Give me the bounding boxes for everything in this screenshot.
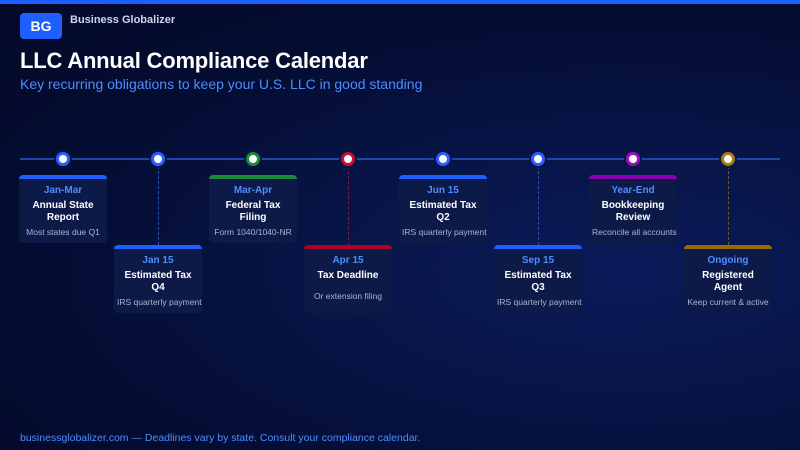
milestone-node: [531, 152, 545, 166]
milestone-card: Ongoing Registered Agent Keep current & ac…: [684, 245, 772, 313]
timeline-axis: [20, 158, 780, 160]
milestone-title: Estimated Tax Q4: [124, 270, 192, 293]
milestone-title: Estimated Tax Q2: [409, 200, 477, 223]
milestone-title: Bookkeeping Review: [601, 200, 665, 223]
milestone-date: Mar-Apr: [233, 185, 273, 196]
milestone-node: [151, 152, 165, 166]
milestone-title: Annual State Report: [32, 200, 94, 223]
milestone-node: [56, 152, 70, 166]
milestone-connector: [158, 166, 159, 245]
milestone-date: Jan-Mar: [43, 185, 83, 196]
milestone-node: [246, 152, 260, 166]
milestone-note: Or extension filing: [313, 291, 383, 301]
milestone-title: Tax Deadline: [317, 270, 379, 281]
milestone-date: Jun 15: [427, 185, 459, 196]
milestone-title: Federal Tax Filing: [225, 200, 281, 223]
milestone-note: IRS quarterly payment: [497, 297, 582, 307]
milestone-note: Reconcile all accounts: [592, 227, 677, 237]
milestone-date: Ongoing: [707, 255, 749, 266]
milestone-connector: [348, 166, 349, 245]
milestone-note: IRS quarterly payment: [117, 297, 202, 307]
milestone-title: Registered Agent: [702, 270, 754, 293]
milestone-card: Sep 15 Estimated Tax Q3 IRS quarterly paym…: [494, 245, 582, 313]
brand-logo-badge: BG: [20, 13, 62, 39]
milestone-node: [626, 152, 640, 166]
milestone-date: Apr 15: [332, 255, 364, 266]
milestone-node: [436, 152, 450, 166]
milestone-card: Jan-Mar Annual State Report Most states du…: [19, 175, 107, 243]
milestone-node: [341, 152, 355, 166]
milestone-node: [721, 152, 735, 166]
footer-note: businessglobalizer.com — Deadlines vary …: [20, 432, 421, 444]
milestone-note: Form 1040/1040-NR: [214, 227, 292, 237]
milestone-note: IRS quarterly payment: [402, 227, 487, 237]
milestone-note: Most states due Q1: [26, 227, 100, 237]
milestone-date: Jan 15: [142, 255, 174, 266]
milestone-title: Estimated Tax Q3: [504, 270, 572, 293]
milestone-connector: [728, 166, 729, 245]
milestone-connector: [538, 166, 539, 245]
milestone-note: Keep current & active: [687, 297, 769, 307]
milestone-card: Mar-Apr Federal Tax Filing Form 1040/1040-…: [209, 175, 297, 243]
milestone-date: Sep 15: [521, 255, 555, 266]
milestone-card: Jun 15 Estimated Tax Q2 IRS quarterly paym…: [399, 175, 487, 243]
page-subtitle: Key recurring obligations to keep your U…: [20, 76, 423, 92]
milestone-date: Year-End: [611, 185, 655, 196]
top-accent-bar: [0, 0, 800, 4]
page: BG Business Globalizer LLC Annual Compli…: [0, 0, 800, 450]
milestone-card: Apr 15 Tax Deadline Or extension filing: [304, 245, 392, 313]
page-title: LLC Annual Compliance Calendar: [20, 48, 368, 73]
milestone-card: Jan 15 Estimated Tax Q4 IRS quarterly paym…: [114, 245, 202, 313]
milestone-card: Year-End Bookkeeping Review Reconcile all …: [589, 175, 677, 243]
brand-name: Business Globalizer: [70, 14, 176, 26]
